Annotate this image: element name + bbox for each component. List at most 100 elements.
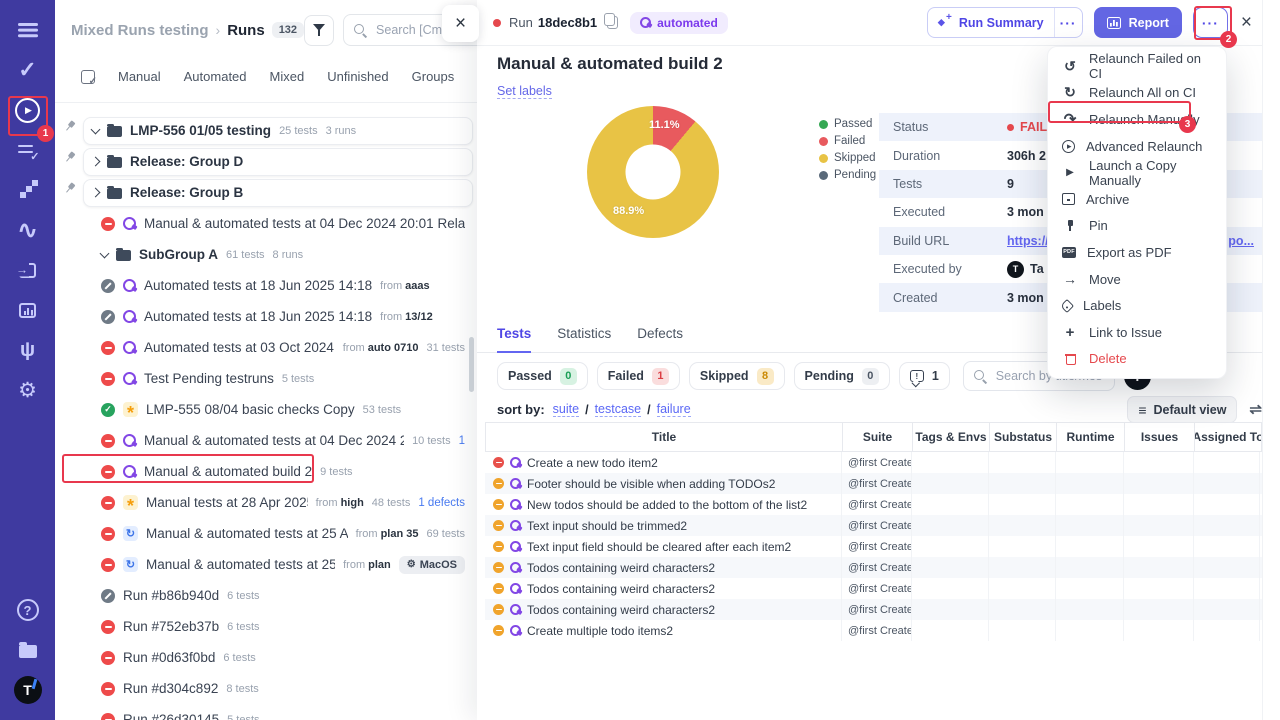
test-row[interactable]: Create a new todo item2 @first Create ..… (485, 452, 1262, 473)
test-row[interactable]: Footer should be visible when adding TOD… (485, 473, 1262, 494)
menu-item-advanced-relaunch[interactable]: Advanced Relaunch (1048, 133, 1226, 160)
test-row[interactable]: Todos containing weird characters2 @firs… (485, 578, 1262, 599)
sort-testcase-link[interactable]: testcase (595, 402, 642, 417)
status-filter-chip[interactable]: Passed 0 (497, 362, 588, 390)
close-detail-icon[interactable] (1241, 12, 1252, 34)
menu-item-relaunch-failed-on-ci[interactable]: Relaunch Failed on CI (1048, 53, 1226, 80)
run-list-item[interactable]: Manual & automated tests at 04 Dec 2024 … (63, 208, 473, 239)
import-icon[interactable] (8, 250, 48, 290)
runs-filter-tab[interactable]: Manual (118, 69, 161, 84)
menu-icon[interactable] (8, 10, 48, 50)
run-list-item[interactable]: Manual & automated tests at 25 Apr 2025 … (63, 549, 473, 580)
detail-tab[interactable]: Defects (637, 326, 683, 352)
select-all-icon[interactable] (81, 70, 95, 84)
chevron-icon[interactable] (91, 188, 101, 198)
run-list-item[interactable]: Run #b86b940d 6 tests ⚙ (63, 580, 473, 611)
menu-item-labels[interactable]: Labels (1048, 292, 1226, 319)
column-header[interactable]: Issues (1125, 423, 1195, 451)
help-icon[interactable] (8, 590, 48, 630)
status-filter-chip[interactable]: Failed 1 (597, 362, 680, 390)
run-list-item[interactable]: Release: Group D ⚙ (63, 146, 473, 177)
run-list-item[interactable]: Test Pending testruns 5 tests ⚙ (63, 363, 473, 394)
column-header[interactable]: Suite (843, 423, 913, 451)
analytics-icon[interactable] (8, 290, 48, 330)
column-header[interactable]: Assigned To (1195, 423, 1261, 451)
more-actions-button[interactable] (1193, 7, 1228, 38)
close-icon[interactable] (442, 5, 479, 42)
copy-icon[interactable] (607, 16, 618, 29)
run-list-item[interactable]: Automated tests at 18 Jun 2025 14:18 fro… (63, 270, 473, 301)
status-filter-chip[interactable]: Pending 0 (794, 362, 890, 390)
run-list-item[interactable]: SubGroup A 61 tests 8 runs ⚙ (63, 239, 473, 270)
run-list-item[interactable]: Manual & automated tests at 25 Apr 2025 … (63, 518, 473, 549)
profile-avatar[interactable]: T (8, 670, 48, 710)
sort-failure-link[interactable]: failure (657, 402, 691, 417)
menu-item-move[interactable]: Move (1048, 266, 1226, 293)
run-list-item[interactable]: Run #26d30145 5 tests ⚙ (63, 704, 473, 720)
menu-item-launch-a-copy-manually[interactable]: Launch a Copy Manually (1048, 159, 1226, 186)
column-header[interactable]: Substatus (990, 423, 1057, 451)
scrollbar-thumb[interactable] (469, 337, 474, 392)
run-list-item[interactable]: Run #0d63f0bd 6 tests ⚙ (63, 642, 473, 673)
run-list-item[interactable]: Release: Group B ⚙ (63, 177, 473, 208)
run-summary-more-button[interactable] (1054, 8, 1082, 37)
run-defects-link[interactable]: 1 (459, 435, 465, 447)
menu-item-archive[interactable]: Archive (1048, 186, 1226, 213)
column-header[interactable]: Title (486, 423, 843, 451)
projects-icon[interactable] (8, 630, 48, 670)
chevron-icon[interactable] (100, 248, 110, 258)
run-list-item[interactable]: Automated tests at 18 Jun 2025 14:18 fro… (63, 301, 473, 332)
filter-button[interactable] (304, 15, 334, 46)
menu-item-export-as-pdf[interactable]: Export as PDF (1048, 239, 1226, 266)
column-header[interactable]: Runtime (1057, 423, 1125, 451)
milestones-icon[interactable] (8, 170, 48, 210)
runs-icon[interactable] (8, 90, 48, 130)
run-list-item[interactable]: Manual tests at 28 Apr 2025 16:50 fromhi… (63, 487, 473, 518)
menu-item-link-to-issue[interactable]: Link to Issue (1048, 319, 1226, 346)
report-button[interactable]: Report (1094, 7, 1182, 38)
run-list-item[interactable]: Manual & automated tests at 04 Dec 2024 … (63, 425, 473, 456)
run-defects-link[interactable]: 1 defects (418, 497, 465, 509)
run-list-item[interactable]: Automated tests at 03 Oct 2024 20:25 fro… (63, 332, 473, 363)
runs-filter-tab[interactable]: Automated (184, 69, 247, 84)
view-settings-icon[interactable] (1249, 400, 1262, 419)
link-tail[interactable]: po... (1228, 234, 1254, 248)
run-summary-button[interactable]: Run Summary (927, 7, 1083, 38)
run-status-icon (101, 496, 115, 510)
menu-item-pin[interactable]: Pin (1048, 213, 1226, 240)
test-plans-icon[interactable] (8, 130, 48, 170)
run-list-item[interactable]: Manual & automated build 2 9 tests ⚙ (63, 456, 473, 487)
status-filter-chip[interactable]: Skipped 8 (689, 362, 785, 390)
test-status-icon (493, 562, 504, 573)
test-row[interactable]: New todos should be added to the bottom … (485, 494, 1262, 515)
runs-filter-tab[interactable]: Unfinished (327, 69, 388, 84)
settings-icon[interactable] (8, 370, 48, 410)
column-header[interactable]: Tags & Envs (913, 423, 990, 451)
chevron-icon[interactable] (91, 157, 101, 167)
menu-item-relaunch-manually[interactable]: Relaunch Manually (1048, 106, 1226, 133)
test-row[interactable]: Text input field should be cleared after… (485, 536, 1262, 557)
default-view-button[interactable]: Default view (1127, 396, 1237, 423)
test-row[interactable]: Todos containing weird characters2 @firs… (485, 599, 1262, 620)
sort-suite-link[interactable]: suite (553, 402, 579, 417)
test-row[interactable]: Text input should be trimmed2 @first Cre… (485, 515, 1262, 536)
test-row[interactable]: Create multiple todo items2 @first Creat… (485, 620, 1262, 641)
integrations-icon[interactable] (8, 330, 48, 370)
run-list-item[interactable]: LMP-555 08/04 basic checks Copy 53 tests… (63, 394, 473, 425)
run-list-item[interactable]: Run #752eb37b 6 tests ⚙ (63, 611, 473, 642)
breadcrumb-project[interactable]: Mixed Runs testing (71, 22, 209, 39)
tasks-icon[interactable] (8, 50, 48, 90)
runs-filter-tab[interactable]: Groups (412, 69, 455, 84)
menu-item-relaunch-all-on-ci[interactable]: Relaunch All on CI (1048, 80, 1226, 107)
run-list-item[interactable]: LMP-556 01/05 testing 25 tests 3 runs ⚙ (63, 115, 473, 146)
set-labels-link[interactable]: Set labels (497, 84, 552, 99)
comments-filter-chip[interactable]: 1 (899, 362, 950, 390)
run-list-item[interactable]: Run #d304c892 8 tests ⚙ (63, 673, 473, 704)
pulse-icon[interactable] (8, 210, 48, 250)
menu-item-delete[interactable]: Delete (1048, 346, 1226, 373)
chevron-icon[interactable] (91, 124, 101, 134)
detail-tab[interactable]: Tests (497, 326, 531, 353)
runs-filter-tab[interactable]: Mixed (270, 69, 305, 84)
test-row[interactable]: Todos containing weird characters2 @firs… (485, 557, 1262, 578)
detail-tab[interactable]: Statistics (557, 326, 611, 352)
